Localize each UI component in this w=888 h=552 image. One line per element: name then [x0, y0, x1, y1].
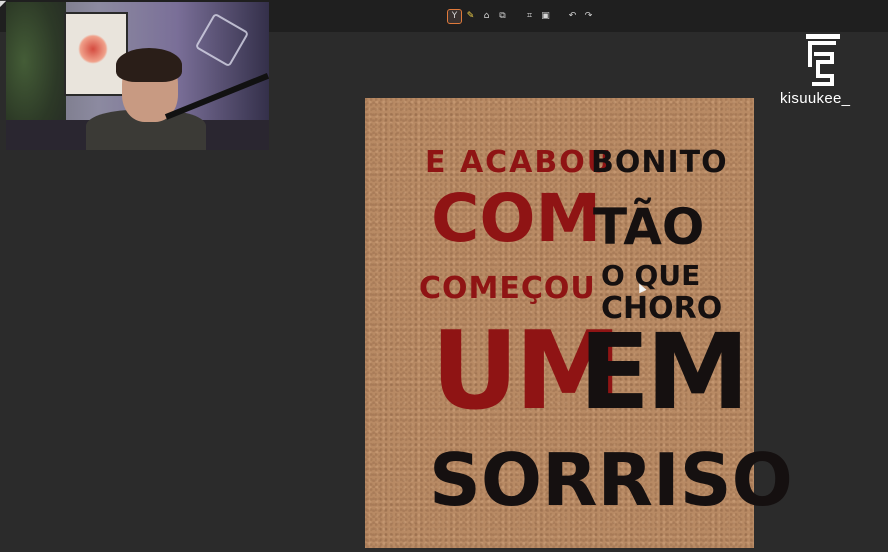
- webcam-overlay: [6, 2, 269, 150]
- poster-text-bonito: BONITO: [591, 145, 728, 180]
- poster-text-em: EM: [579, 311, 750, 433]
- webcam-wall-art: [64, 12, 128, 96]
- eraser-icon[interactable]: ⌂: [480, 10, 493, 23]
- poster-text-sorriso: SORRISO: [429, 438, 793, 522]
- streamer-username: kisuukee_: [780, 90, 851, 107]
- poster-text-tao: TÃO: [593, 198, 705, 256]
- poster-image: E ACABOU BONITO COM TÃO COMEÇOU O QUE CH…: [365, 98, 793, 548]
- image-icon[interactable]: ▣: [539, 10, 552, 23]
- undo-icon[interactable]: ↶: [566, 10, 579, 23]
- shapes-icon[interactable]: ⧉: [496, 10, 509, 23]
- drawing-toolbar: Y ✎ ⌂ ⧉ ⌗ ▣ ↶ ↷: [447, 9, 595, 24]
- webcam-person-hair: [116, 48, 182, 82]
- poster-text-o-que: O QUE: [601, 259, 701, 292]
- poster-text-e-acabou: E ACABOU: [425, 145, 614, 180]
- crop-icon[interactable]: ⌗: [523, 10, 536, 23]
- filter-icon[interactable]: Y: [447, 9, 462, 24]
- highlighter-icon[interactable]: ✎: [464, 10, 477, 23]
- poster-text-com: COM: [431, 180, 602, 257]
- channel-logo-icon: [806, 34, 840, 86]
- poster-text-comecou: COMEÇOU: [419, 271, 596, 306]
- redo-icon[interactable]: ↷: [582, 10, 595, 23]
